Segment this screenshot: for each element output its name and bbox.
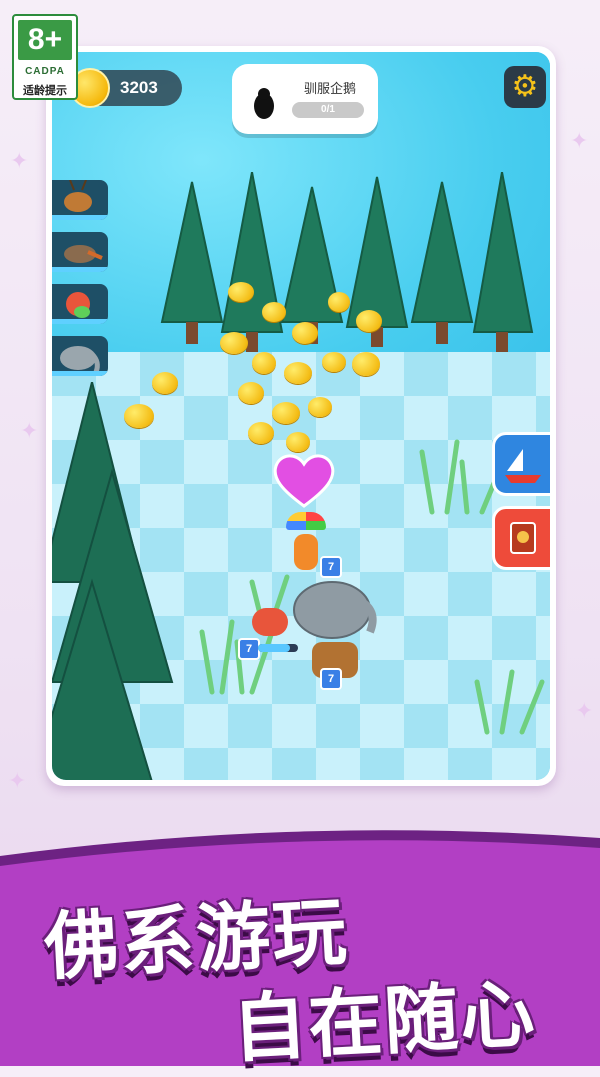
game-frame: 7 7 7 3203 驯服企鹅 0/1 ⚙ [46,46,556,786]
boat-button[interactable] [492,432,550,496]
animal-card-duck[interactable] [52,232,108,272]
parrot-animal [252,608,288,636]
heart-icon [273,454,335,508]
sparkle-decoration: ✦ [10,148,29,173]
elephant-icon [60,346,100,373]
rating-org: CADPA [25,66,65,77]
level-badge: 7 [320,668,342,690]
pine-trees-front [52,382,174,780]
age-rating-value: 8+ [18,20,72,60]
grass-tuft [474,669,545,735]
animal-card-parrot[interactable] [52,284,108,324]
animal-card-elephant[interactable] [52,336,108,376]
sparkle-decoration: ✦ [570,128,589,153]
penguin-silhouette-icon [254,88,274,119]
coin-value: 3203 [120,78,158,97]
sparkle-decoration: ✦ [20,418,39,443]
coin-counter: 3203 [70,68,182,108]
rating-tip: 适龄提示 [23,85,67,97]
pine-trees-back [160,172,534,352]
slogan-line-2: 自在随心 [230,971,539,1073]
quest-progress-bar: 0/1 [292,102,364,118]
duck-icon [64,245,103,263]
parrot-icon [66,292,90,318]
game-viewport[interactable]: 7 7 7 3203 驯服企鹅 0/1 ⚙ [52,52,550,780]
boat-icon [505,449,541,483]
book-icon [510,522,536,554]
book-button[interactable] [492,506,550,570]
level-badge: 7 [238,638,260,660]
age-rating-badge: 8+ CADPA 适龄提示 [12,14,78,100]
quest-panel[interactable]: 驯服企鹅 0/1 [232,64,378,134]
quest-title: 驯服企鹅 [303,81,356,96]
level-badge: 7 [320,556,342,578]
quest-progress-text: 0/1 [321,104,335,115]
settings-button[interactable]: ⚙ [504,66,546,108]
sparkle-decoration: ✦ [8,768,27,793]
sparkle-decoration: ✦ [575,698,594,723]
gear-icon: ⚙ [511,70,539,103]
animal-card-deer[interactable] [52,180,108,220]
elephant-animal [293,581,377,639]
health-bar [258,644,298,652]
deer-icon [64,180,92,212]
